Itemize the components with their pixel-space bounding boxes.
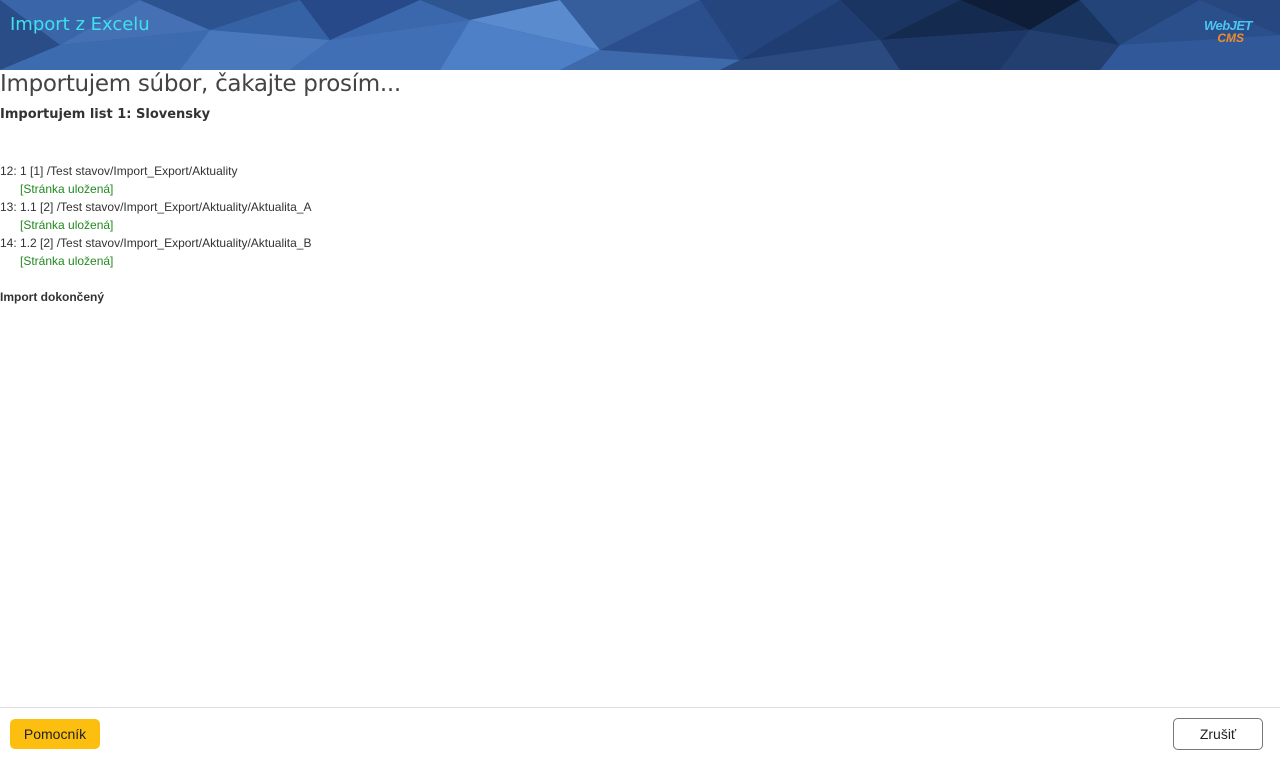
log-status: [Stránka uložená] xyxy=(20,182,114,196)
log-line: 14: 1.2 [2] /Test stavov/Import_Export/A… xyxy=(0,236,312,250)
cancel-button[interactable]: Zrušiť xyxy=(1173,718,1263,750)
footer-bar: Pomocník Zrušiť xyxy=(0,707,1280,761)
log-status: [Stránka uložená] xyxy=(20,218,114,232)
log-line: 12: 1 [1] /Test stavov/Import_Export/Akt… xyxy=(0,164,238,178)
webjet-cms-logo: WebJET CMS xyxy=(1192,19,1253,46)
import-log: 12: 1 [1] /Test stavov/Import_Export/Akt… xyxy=(0,162,1280,270)
import-content: Importujem súbor, čakajte prosím... Impo… xyxy=(0,70,1280,306)
log-status: [Stránka uložená] xyxy=(20,254,114,268)
log-line: 13: 1.1 [2] /Test stavov/Import_Export/A… xyxy=(0,200,312,214)
page-heading: Importujem súbor, čakajte prosím... xyxy=(0,71,401,97)
header-banner: Import z Excelu WebJET CMS xyxy=(0,0,1280,70)
dialog-title: Import z Excelu xyxy=(10,14,150,35)
import-done-message: Import dokončený xyxy=(0,290,105,304)
header-background xyxy=(0,0,1280,70)
help-button[interactable]: Pomocník xyxy=(10,719,100,749)
sheet-heading: Importujem list 1: Slovensky xyxy=(0,107,211,122)
logo-text-cms: CMS xyxy=(1217,31,1244,45)
